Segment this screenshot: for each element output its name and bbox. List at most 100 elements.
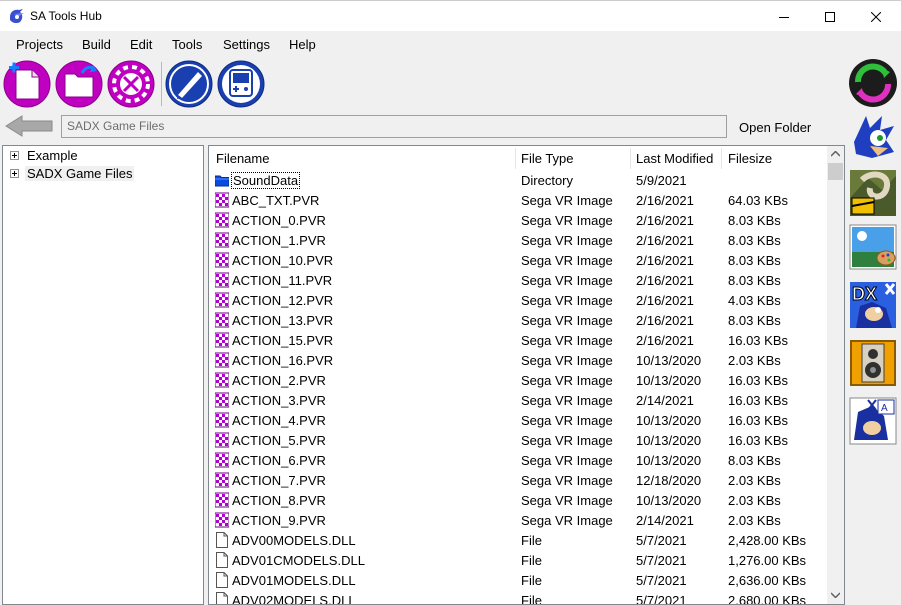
maximize-icon — [825, 11, 835, 22]
menu-bar: Projects Build Edit Tools Settings Help — [0, 32, 901, 56]
scroll-up-arrow-icon[interactable] — [831, 151, 840, 157]
file-type: Sega VR Image — [521, 213, 613, 228]
file-row[interactable]: ACTION_12.PVR Sega VR Image 2/16/2021 4.03 … — [209, 290, 827, 310]
tree-item-example[interactable]: Example — [10, 146, 80, 164]
menu-tools[interactable]: Tools — [172, 37, 202, 52]
vertical-scrollbar[interactable] — [827, 146, 844, 604]
tools-settings-button[interactable] — [107, 60, 155, 108]
file-size: 16.03 KBs — [728, 413, 788, 428]
file-modified: 2/16/2021 — [636, 273, 694, 288]
file-row[interactable]: ADV01MODELS.DLL File 5/7/2021 2,636.00 KBs — [209, 570, 827, 590]
file-name: ACTION_15.PVR — [232, 333, 334, 348]
address-bar[interactable]: SADX Game Files — [61, 115, 727, 138]
level-editor-icon[interactable] — [848, 168, 898, 218]
file-type: Directory — [521, 173, 574, 188]
file-row[interactable]: ACTION_8.PVR Sega VR Image 10/13/2020 2.03 … — [209, 490, 827, 510]
file-type: Sega VR Image — [521, 333, 613, 348]
file-row[interactable]: ACTION_10.PVR Sega VR Image 2/16/2021 8.03 … — [209, 250, 827, 270]
column-divider[interactable] — [630, 148, 631, 169]
new-project-button[interactable] — [3, 60, 51, 108]
column-header-filesize[interactable]: Filesize — [728, 147, 772, 169]
file-row[interactable]: ACTION_11.PVR Sega VR Image 2/16/2021 8.03 … — [209, 270, 827, 290]
pvr-image-icon — [215, 332, 229, 348]
file-name: ACTION_4.PVR — [232, 413, 326, 428]
file-modified: 2/14/2021 — [636, 513, 694, 528]
file-row[interactable]: ACTION_5.PVR Sega VR Image 10/13/2020 16.03… — [209, 430, 827, 450]
file-name: ACTION_3.PVR — [232, 393, 326, 408]
file-name: ADV02MODELS.DLL — [232, 593, 356, 605]
file-row[interactable]: ADV02MODELS.DLL File 5/7/2021 2,680.00 KBs — [209, 590, 827, 605]
column-divider[interactable] — [515, 148, 516, 169]
file-row[interactable]: ACTION_2.PVR Sega VR Image 10/13/2020 16.03… — [209, 370, 827, 390]
open-project-button[interactable] — [55, 60, 103, 108]
file-row[interactable]: ACTION_6.PVR Sega VR Image 10/13/2020 8.03 … — [209, 450, 827, 470]
minimize-icon — [779, 16, 789, 18]
file-icon — [216, 552, 228, 568]
file-type: Sega VR Image — [521, 293, 613, 308]
menu-edit[interactable]: Edit — [130, 37, 152, 52]
file-row[interactable]: ACTION_1.PVR Sega VR Image 2/16/2021 8.03 K… — [209, 230, 827, 250]
file-row[interactable]: ACTION_13.PVR Sega VR Image 2/16/2021 8.03 … — [209, 310, 827, 330]
pvr-image-icon — [215, 292, 229, 308]
file-size: 4.03 KBs — [728, 293, 781, 308]
game-launcher-button[interactable] — [217, 60, 265, 108]
file-size: 8.03 KBs — [728, 253, 781, 268]
pvr-image-icon — [215, 392, 229, 408]
file-row[interactable]: SoundData Directory 5/9/2021 — [209, 170, 827, 190]
file-name: ACTION_1.PVR — [232, 233, 326, 248]
column-header-filename[interactable]: Filename — [216, 147, 269, 169]
open-folder-button[interactable]: Open Folder — [732, 115, 844, 139]
maximize-button[interactable] — [807, 1, 853, 32]
file-row[interactable]: ACTION_7.PVR Sega VR Image 12/18/2020 2.03 … — [209, 470, 827, 490]
edit-button[interactable] — [165, 60, 213, 108]
refresh-sync-icon[interactable] — [848, 58, 898, 108]
file-row[interactable]: ACTION_4.PVR Sega VR Image 10/13/2020 16.03… — [209, 410, 827, 430]
menu-help[interactable]: Help — [289, 37, 316, 52]
file-modified: 10/13/2020 — [636, 373, 702, 388]
tree-item-sadx-game-files[interactable]: SADX Game Files — [10, 164, 135, 182]
translation-tool-icon[interactable]: A — [848, 396, 898, 446]
tree-item-label[interactable]: SADX Game Files — [25, 165, 135, 181]
file-row[interactable]: ACTION_0.PVR Sega VR Image 2/16/2021 8.03 K… — [209, 210, 827, 230]
file-name: ACTION_0.PVR — [232, 213, 326, 228]
file-row[interactable]: ABC_TXT.PVR Sega VR Image 2/16/2021 64.03 K… — [209, 190, 827, 210]
pvr-image-icon — [215, 432, 229, 448]
column-divider[interactable] — [721, 148, 722, 169]
sonic-character-icon[interactable] — [848, 112, 898, 162]
texture-editor-icon[interactable] — [848, 222, 898, 272]
file-type: Sega VR Image — [521, 453, 613, 468]
folder-tree[interactable]: Example SADX Game Files — [2, 145, 204, 605]
close-button[interactable] — [853, 1, 899, 32]
title-bar: SA Tools Hub — [0, 0, 901, 31]
file-row[interactable]: ACTION_3.PVR Sega VR Image 2/14/2021 16.03 … — [209, 390, 827, 410]
file-modified: 12/18/2020 — [636, 473, 702, 488]
file-name: ACTION_11.PVR — [232, 273, 333, 288]
expand-plus-icon[interactable] — [10, 168, 19, 178]
scrollbar-thumb[interactable] — [828, 163, 843, 180]
file-size: 2,680.00 KBs — [728, 593, 807, 605]
expand-plus-icon[interactable] — [10, 150, 19, 160]
pvr-image-icon — [215, 452, 229, 468]
minimize-button[interactable] — [761, 1, 807, 32]
file-modified: 5/7/2021 — [636, 593, 687, 605]
tree-item-label[interactable]: Example — [25, 148, 80, 163]
file-row[interactable]: ADV00MODELS.DLL File 5/7/2021 2,428.00 KBs — [209, 530, 827, 550]
file-row[interactable]: ACTION_15.PVR Sega VR Image 2/16/2021 16.03… — [209, 330, 827, 350]
file-list[interactable]: Filename File Type Last Modified Filesiz… — [208, 145, 845, 605]
column-header-file-type[interactable]: File Type — [521, 147, 574, 169]
scroll-down-arrow-icon[interactable] — [831, 592, 840, 598]
dx-sonic-icon[interactable]: DX — [848, 280, 898, 330]
menu-settings[interactable]: Settings — [223, 37, 270, 52]
menu-projects[interactable]: Projects — [16, 37, 63, 52]
file-row[interactable]: ACTION_9.PVR Sega VR Image 2/14/2021 2.03 K… — [209, 510, 827, 530]
file-row[interactable]: ADV01CMODELS.DLL File 5/7/2021 1,276.00 KBs — [209, 550, 827, 570]
file-name: ACTION_2.PVR — [232, 373, 326, 388]
close-icon — [871, 11, 881, 22]
file-row[interactable]: ACTION_16.PVR Sega VR Image 10/13/2020 2.03… — [209, 350, 827, 370]
back-arrow-icon[interactable] — [4, 114, 54, 138]
file-size: 8.03 KBs — [728, 213, 781, 228]
column-header-last-modified[interactable]: Last Modified — [636, 147, 713, 169]
file-modified: 2/16/2021 — [636, 193, 694, 208]
menu-build[interactable]: Build — [82, 37, 111, 52]
sound-tool-icon[interactable] — [848, 338, 898, 388]
